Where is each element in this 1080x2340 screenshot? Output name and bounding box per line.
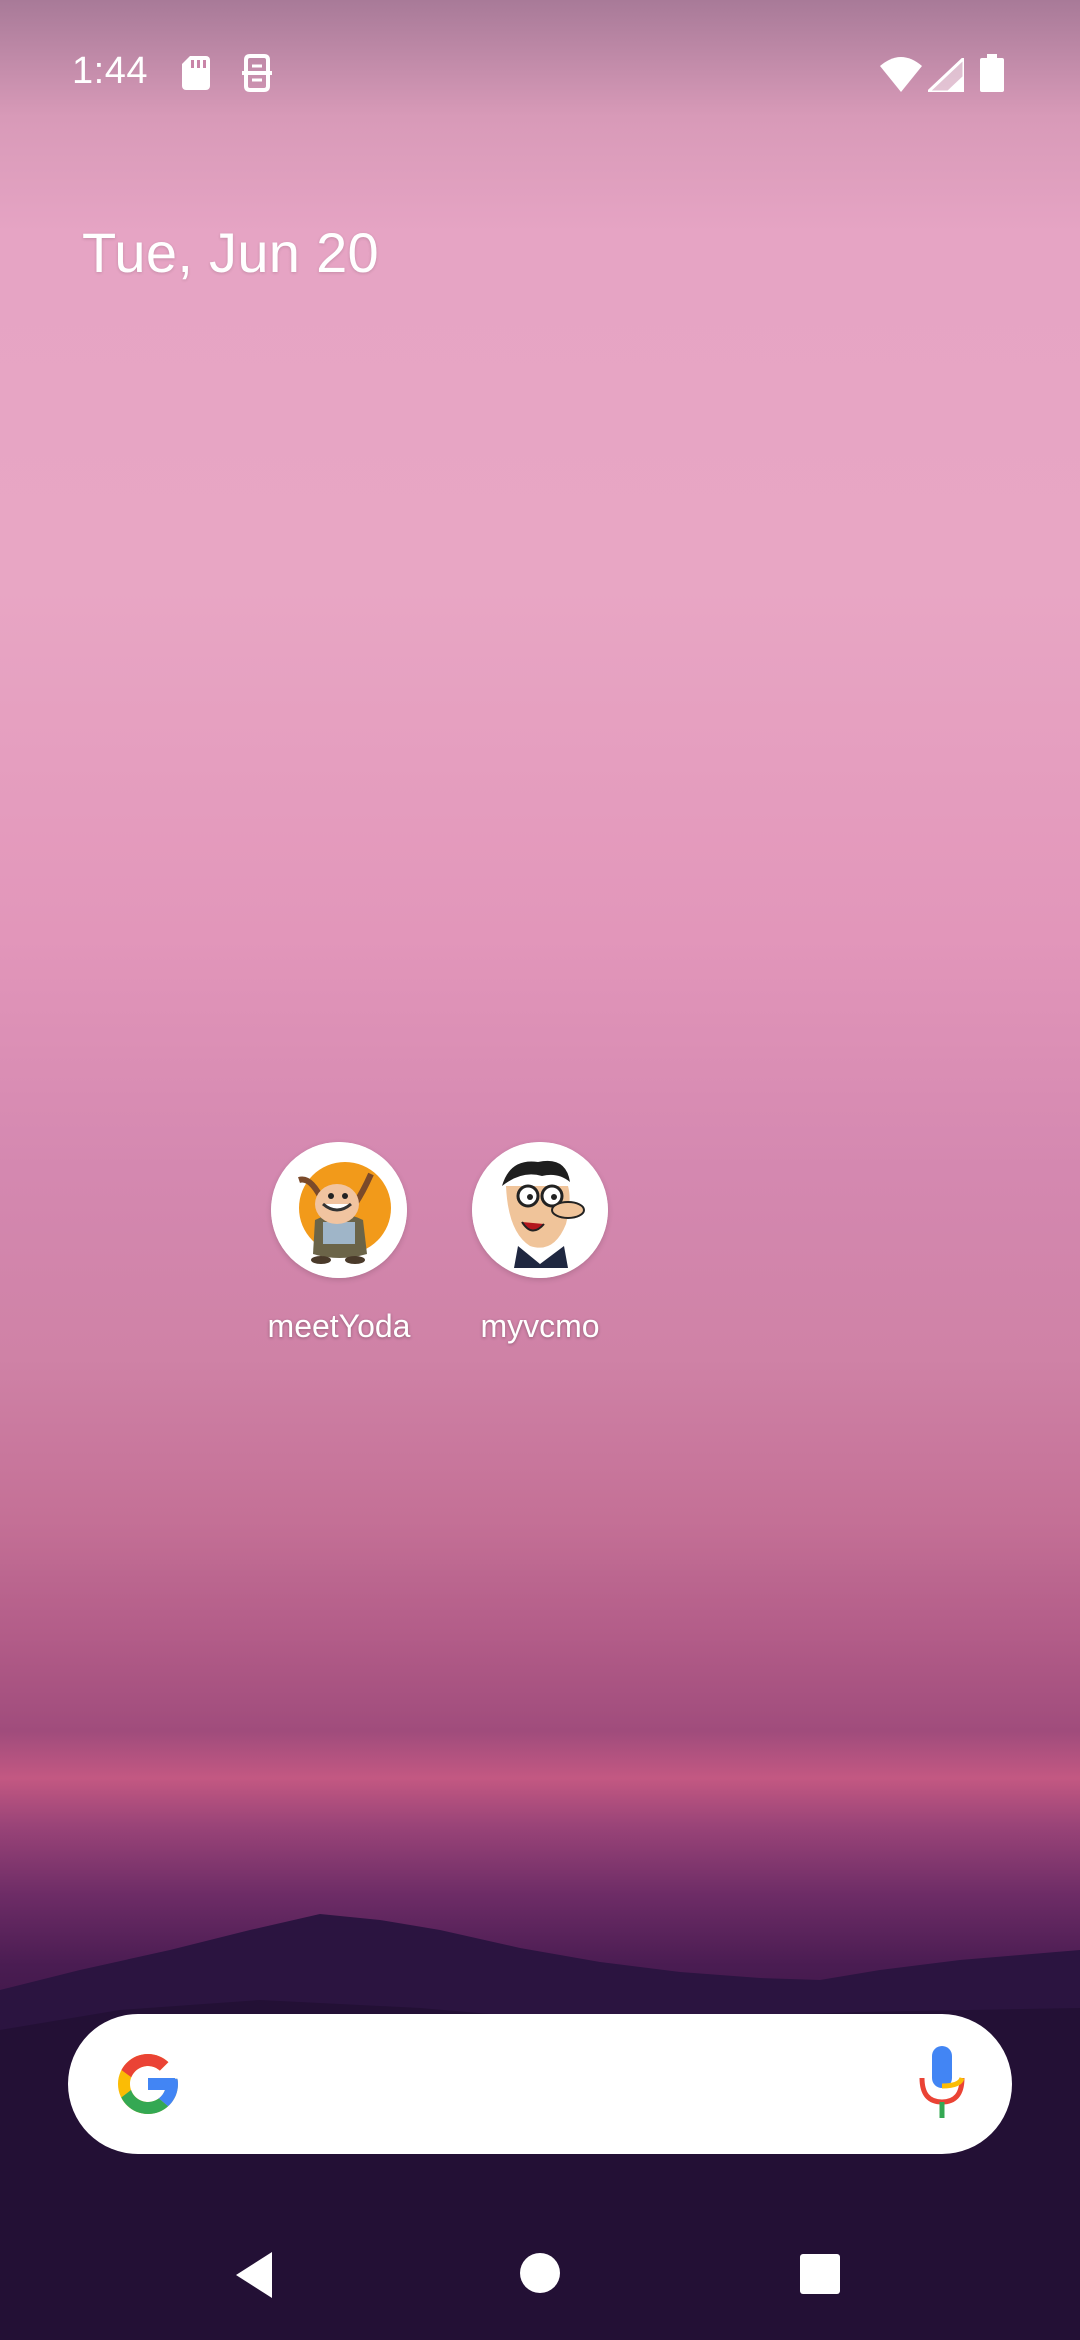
recents-button[interactable] (799, 2253, 841, 2300)
sd-card-icon (182, 56, 210, 95)
app-label-meetyoda: meetYoda (267, 1308, 411, 1344)
meetyoda-app-icon[interactable] (271, 1142, 407, 1278)
cell-signal-icon (924, 54, 966, 97)
home-button[interactable] (518, 2251, 562, 2300)
back-button[interactable] (232, 2250, 276, 2305)
battery-icon (980, 54, 1004, 97)
app-meetyoda[interactable]: meetYoda (239, 1142, 439, 1345)
status-time: 1:44 (72, 50, 148, 92)
date-widget[interactable]: Tue, Jun 20 (82, 220, 379, 285)
status-bar: 1:44 (0, 0, 1080, 150)
recents-square-icon (800, 2254, 840, 2294)
app-myvcmo[interactable]: myvcmo (440, 1142, 640, 1345)
app-label-myvcmo: myvcmo (480, 1308, 600, 1344)
navigation-bar (0, 2220, 1080, 2340)
privacy-cloud-icon (242, 54, 272, 97)
myvcmo-app-icon[interactable] (472, 1142, 608, 1278)
google-search-bar[interactable] (68, 2014, 1012, 2154)
back-triangle-icon (236, 2252, 272, 2298)
wifi-icon (880, 56, 922, 97)
google-g-icon[interactable] (112, 2048, 184, 2125)
home-circle-icon (520, 2253, 560, 2293)
microphone-icon[interactable] (916, 2046, 968, 2127)
